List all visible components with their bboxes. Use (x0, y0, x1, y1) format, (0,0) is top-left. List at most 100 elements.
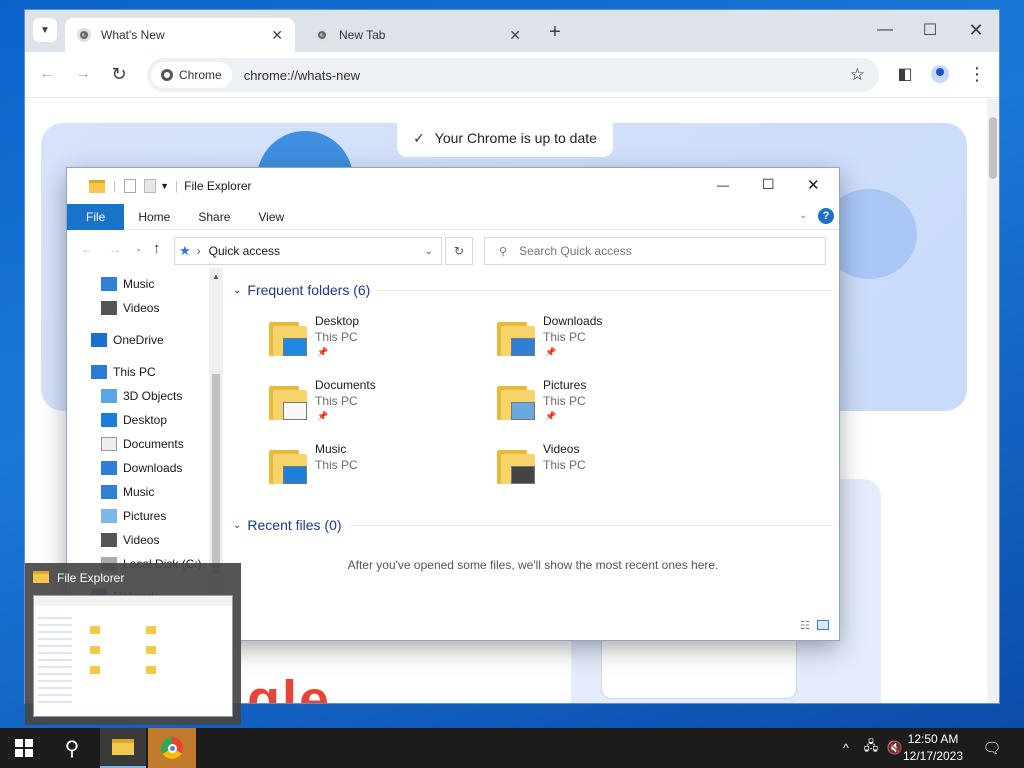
breadcrumb-chevron-icon: › (196, 244, 201, 258)
close-window-icon[interactable]: ✕ (964, 18, 988, 42)
back-icon[interactable]: ← (35, 62, 59, 86)
nav-item[interactable]: Pictures (101, 504, 166, 528)
folder-icon (269, 380, 311, 422)
nav-item-label: Desktop (123, 413, 168, 427)
picture-overlay-icon (511, 402, 535, 420)
cube-icon (101, 389, 117, 403)
taskbar: ⚲ ^ 🖧 🔇 12:50 AM 12/17/2023 🗨 (0, 728, 1024, 768)
pin-icon: 📌 (317, 411, 329, 421)
profile-icon[interactable] (928, 62, 952, 86)
folder-icon (112, 739, 134, 755)
ribbon-tab-file[interactable]: File (67, 203, 125, 230)
folder-item[interactable]: Documents This PC 📌 (269, 378, 469, 436)
folder-item[interactable]: Desktop This PC 📌 (269, 314, 469, 372)
folder-name: Pictures (543, 378, 587, 392)
collapse-chevron-icon[interactable]: ⌄ (233, 285, 241, 296)
address-dropdown-icon[interactable]: ⌄ (425, 246, 433, 257)
close-tab-icon[interactable]: ✕ (271, 27, 283, 44)
explorer-title: File Explorer (184, 179, 252, 193)
recent-files-header[interactable]: ⌄ Recent files (0) (233, 517, 833, 533)
bookmark-star-icon[interactable]: ☆ (850, 65, 865, 85)
folder-name: Documents (315, 378, 376, 392)
maximize-icon[interactable]: ☐ (918, 18, 942, 42)
side-panel-icon[interactable]: ◧ (893, 62, 917, 86)
properties-icon[interactable] (124, 179, 137, 193)
folder-item[interactable]: Videos This PC (497, 442, 697, 500)
separator: | (175, 179, 179, 193)
page-scrollbar[interactable] (987, 99, 999, 703)
film-icon (101, 533, 117, 547)
close-tab-icon[interactable]: ✕ (509, 27, 521, 44)
nav-scroll-thumb[interactable] (212, 374, 220, 574)
scroll-thumb[interactable] (989, 117, 997, 179)
tab-title: New Tab (339, 28, 386, 42)
nav-item[interactable]: Documents (101, 432, 184, 456)
forward-icon[interactable]: → (109, 242, 121, 256)
nav-item[interactable]: Downloads (101, 456, 182, 480)
taskbar-chrome[interactable] (148, 728, 196, 768)
collapse-chevron-icon[interactable]: ⌄ (233, 520, 241, 531)
ribbon-tab-share[interactable]: Share (184, 204, 244, 230)
search-input[interactable]: ⚲ Search Quick access (484, 237, 826, 265)
reload-icon[interactable]: ↻ (107, 62, 131, 86)
new-folder-icon[interactable] (144, 179, 157, 193)
folder-item[interactable]: Pictures This PC 📌 (497, 378, 697, 436)
clock[interactable]: 12:50 AM 12/17/2023 (898, 731, 968, 768)
quick-access-toolbar-dropdown-icon[interactable]: ▼ (160, 181, 169, 191)
folder-item[interactable]: Music This PC (269, 442, 469, 500)
refresh-icon[interactable]: ↻ (445, 237, 473, 265)
details-view-icon[interactable]: ☷ (800, 619, 810, 632)
omnibox[interactable]: Chrome chrome://whats-new ☆ (147, 58, 879, 92)
nav-item[interactable]: Videos (101, 296, 159, 320)
close-icon[interactable]: ✕ (807, 176, 820, 194)
search-placeholder[interactable]: Search Quick access (519, 244, 632, 258)
folder-location: This PC (543, 458, 586, 472)
nav-item[interactable]: This PC (91, 360, 156, 384)
nav-item[interactable]: Videos (101, 528, 159, 552)
address-text[interactable]: Quick access (209, 244, 280, 258)
notifications-icon[interactable]: 🗨 (980, 728, 1004, 768)
folder-location: This PC (543, 394, 586, 408)
taskbar-file-explorer[interactable] (100, 728, 146, 768)
back-icon[interactable]: ← (81, 242, 93, 256)
folder-icon (497, 316, 539, 358)
music-note-icon (101, 485, 117, 499)
scroll-up-icon[interactable]: ▲ (212, 272, 220, 281)
menu-kebab-icon[interactable]: ⋮ (965, 62, 989, 86)
chrome-favicon-icon (315, 28, 329, 42)
nav-item[interactable]: Music (101, 480, 154, 504)
address-box[interactable]: ★ › Quick access ⌄ (174, 237, 442, 265)
minimize-icon[interactable]: — (717, 178, 729, 192)
nav-item-label: 3D Objects (123, 389, 183, 403)
taskbar-preview[interactable]: File Explorer (25, 563, 241, 725)
nav-item[interactable]: 3D Objects (101, 384, 182, 408)
nav-item[interactable]: Music (101, 272, 154, 296)
up-icon[interactable]: ↑ (153, 240, 161, 257)
maximize-icon[interactable]: ☐ (762, 176, 775, 193)
ribbon-tab-view[interactable]: View (244, 204, 298, 230)
expand-ribbon-icon[interactable]: ⌄ (799, 210, 807, 221)
tab-whats-new[interactable]: What's New ✕ (65, 18, 295, 52)
frequent-folders-header[interactable]: ⌄ Frequent folders (6) (233, 282, 833, 298)
folder-icon (33, 571, 49, 583)
network-icon[interactable]: 🖧 (860, 728, 882, 768)
url-text[interactable]: chrome://whats-new (244, 68, 360, 83)
tab-new-tab[interactable]: New Tab ✕ (303, 18, 533, 52)
help-icon[interactable]: ? (818, 208, 834, 224)
nav-item[interactable]: Desktop (101, 408, 167, 432)
tab-search-icon[interactable]: ▼ (33, 18, 57, 42)
folder-item[interactable]: Downloads This PC 📌 (497, 314, 697, 372)
preview-folder-icon (146, 646, 156, 654)
nav-item[interactable]: OneDrive (91, 328, 164, 352)
new-tab-button[interactable]: + (543, 20, 567, 44)
site-chip[interactable]: Chrome (151, 62, 232, 88)
forward-icon[interactable]: → (71, 62, 95, 86)
large-icons-view-icon[interactable] (817, 620, 829, 630)
show-hidden-icons-icon[interactable]: ^ (836, 728, 856, 768)
minimize-icon[interactable]: — (873, 18, 897, 42)
recent-locations-icon[interactable]: ⌄ (135, 244, 142, 253)
tab-strip: ▼ What's New ✕ New Tab ✕ + — ☐ ✕ (25, 10, 999, 52)
ribbon-tab-home[interactable]: Home (124, 204, 184, 230)
search-icon[interactable]: ⚲ (52, 728, 92, 768)
start-button[interactable] (0, 728, 48, 768)
